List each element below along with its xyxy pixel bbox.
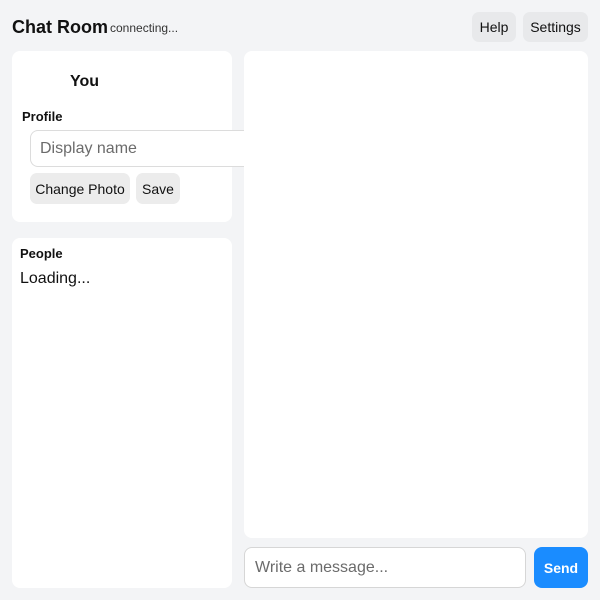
- help-button[interactable]: Help: [472, 12, 516, 42]
- people-heading: People: [20, 246, 63, 261]
- app-title: Chat Room: [12, 17, 108, 37]
- connection-status: connecting...: [110, 21, 179, 35]
- profile-panel: You Profile Change Photo Save: [12, 51, 252, 222]
- you-label: You: [70, 73, 100, 90]
- settings-button[interactable]: Settings: [523, 12, 588, 42]
- header-bar: Chat Room connecting... Help Settings: [0, 0, 600, 52]
- profile-heading: Profile: [22, 109, 63, 124]
- chat-app: Chat Room connecting... Help Settings Yo…: [0, 0, 600, 600]
- message-input[interactable]: [244, 547, 526, 588]
- send-button[interactable]: Send: [534, 547, 588, 588]
- change-photo-button[interactable]: Change Photo: [30, 173, 130, 204]
- people-loading-text: Loading...: [20, 270, 91, 287]
- display-name-input[interactable]: [30, 130, 252, 167]
- message-area[interactable]: [244, 51, 588, 538]
- people-panel: People Loading...: [12, 238, 232, 588]
- save-profile-button[interactable]: Save: [136, 173, 180, 204]
